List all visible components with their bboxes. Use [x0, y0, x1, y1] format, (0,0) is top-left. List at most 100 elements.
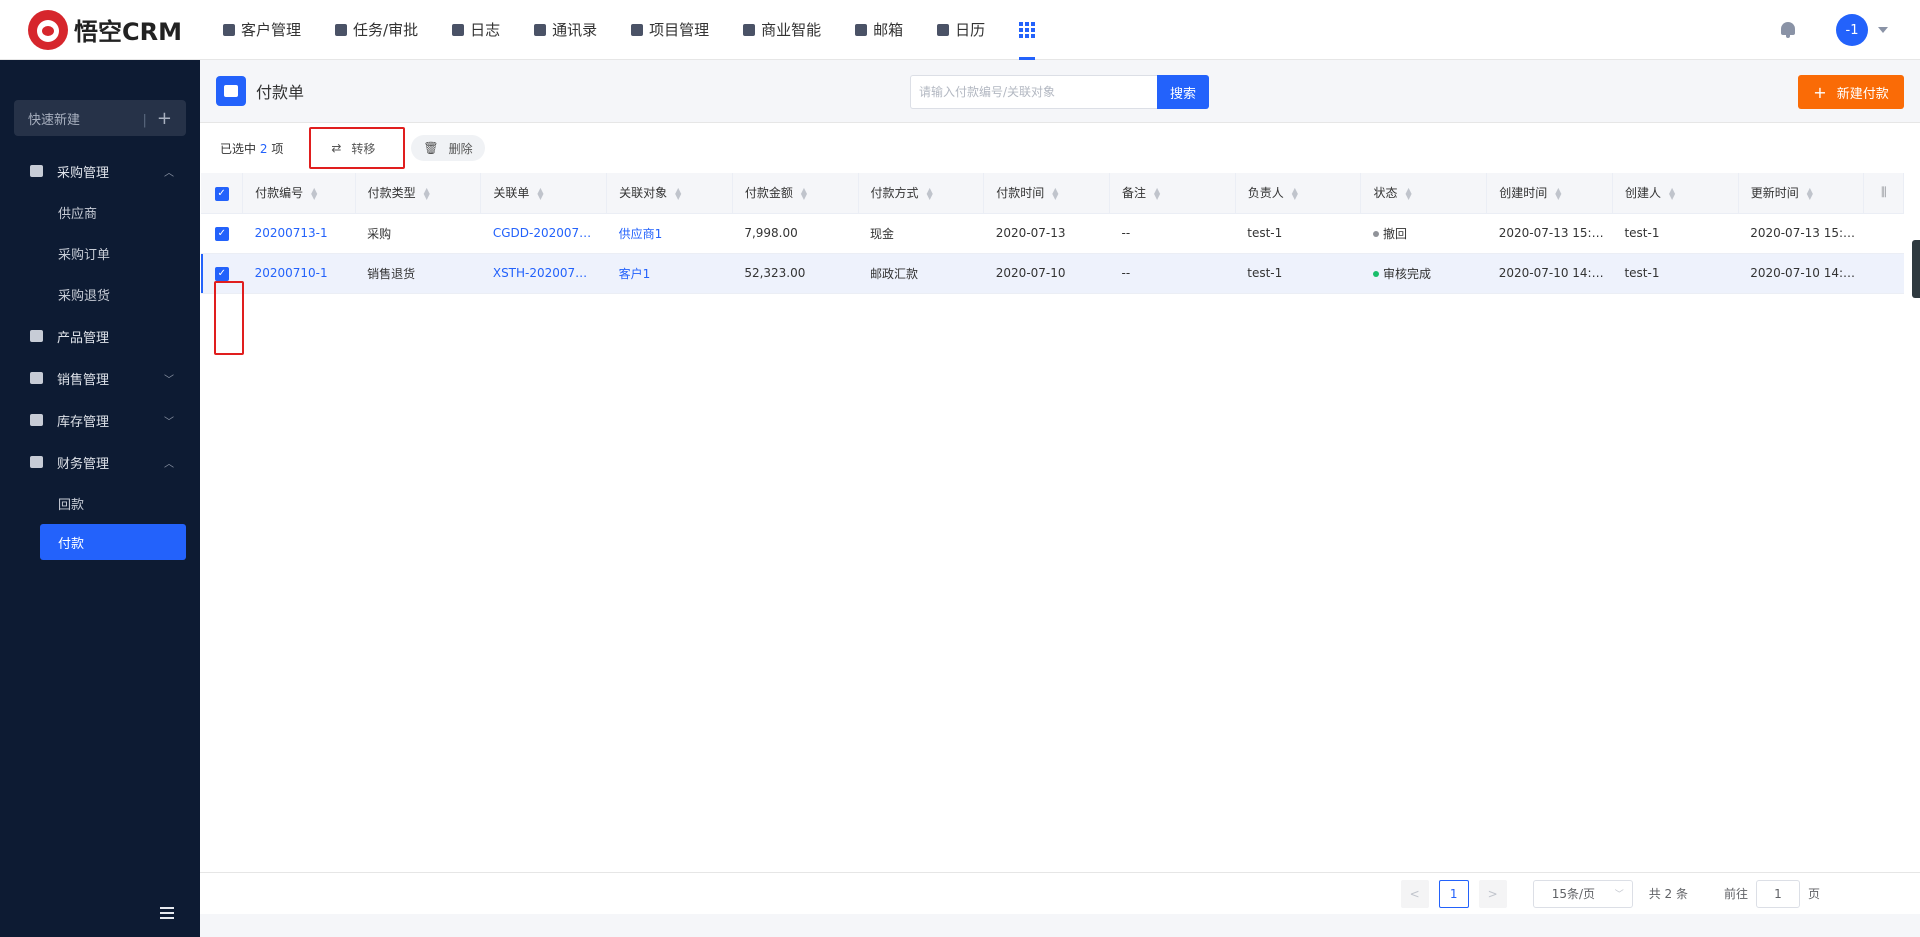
cell-type: 销售退货	[355, 253, 481, 294]
column-label: 付款金额	[744, 186, 793, 201]
row-checkbox[interactable]: ✓	[201, 213, 243, 254]
avatar[interactable]: -1	[1836, 14, 1868, 46]
bell-icon[interactable]	[1780, 22, 1796, 38]
new-payment-button[interactable]: + 新建付款	[1798, 75, 1904, 109]
cell-creator: test-1	[1612, 253, 1739, 294]
next-page-button[interactable]: >	[1478, 879, 1507, 908]
payment-icon	[216, 76, 246, 106]
search-input[interactable]	[910, 75, 1157, 109]
sidebar-item-payment[interactable]: 付款	[40, 524, 186, 560]
side-drawer-handle[interactable]	[1912, 240, 1920, 298]
cell-remark: --	[1109, 213, 1236, 254]
cell-creator: test-1	[1612, 213, 1739, 254]
column-label: 负责人	[1247, 186, 1284, 201]
new-payment-label: 新建付款	[1836, 86, 1889, 102]
selected-prefix: 已选中	[220, 141, 257, 156]
goto-page-input[interactable]	[1755, 879, 1800, 908]
chevron-down-icon: ﹀	[164, 416, 174, 428]
nav-item-tasks[interactable]: 任务/审批	[318, 0, 435, 60]
status-text: 撤回	[1382, 226, 1407, 241]
sort-icon: ▲ ▼	[537, 185, 544, 201]
sidebar-item-purchase-order[interactable]: 采购订单	[0, 233, 200, 274]
nav-item-apps[interactable]	[1002, 0, 1052, 60]
sort-icon: ▲ ▼	[926, 185, 933, 201]
related-object-link[interactable]: 客户1	[606, 253, 733, 294]
quick-new-button[interactable]: 快速新建 | +	[14, 100, 186, 136]
sidebar-item-supplier[interactable]: 供应商	[0, 192, 200, 233]
page-number-current[interactable]: 1	[1438, 879, 1469, 908]
goto-suffix: 页	[1807, 887, 1820, 901]
payment-code-link[interactable]: 20200710-1	[242, 253, 356, 294]
nav-label: 商业智能	[761, 21, 822, 39]
column-header[interactable]: 付款时间 ▲ ▼	[983, 173, 1111, 214]
column-header[interactable]: 付款金额 ▲ ▼	[732, 173, 859, 214]
main-nav: 客户管理 任务/审批 日志 通讯录 项目管理 商业智能 邮箱 日历	[206, 0, 1052, 60]
sidebar-item-purchase-return[interactable]: 采购退货	[0, 274, 200, 315]
select-all-checkbox[interactable]: ✓	[201, 173, 244, 214]
page-size-select[interactable]: 15条/页 ﹀	[1532, 879, 1633, 908]
status-text: 审核完成	[1382, 266, 1431, 281]
chevron-down-icon[interactable]	[1878, 27, 1888, 33]
sidebar-group-finance[interactable]: 财务管理 ︿	[0, 441, 200, 483]
column-header[interactable]: 付款方式 ▲ ▼	[858, 173, 985, 214]
nav-item-contacts[interactable]: 通讯录	[517, 0, 614, 60]
column-label: 关联对象	[619, 186, 668, 201]
check-icon: ✓	[214, 226, 229, 241]
phone-book-icon	[534, 23, 547, 36]
sidebar-group-sales[interactable]: 销售管理 ﹀	[0, 357, 200, 399]
logo[interactable]: 悟空CRM	[28, 9, 198, 50]
column-header[interactable]: 创建人 ▲ ▼	[1612, 173, 1739, 214]
related-object-link[interactable]: 供应商1	[606, 213, 733, 254]
transfer-button[interactable]: ⇄ 转移	[323, 135, 383, 161]
column-header[interactable]: 负责人 ▲ ▼	[1235, 173, 1362, 214]
search-bar: 搜索	[910, 75, 1209, 109]
cart-icon	[30, 165, 43, 177]
sidebar-group-purchase[interactable]: 采购管理 ︿	[0, 150, 200, 192]
prev-page-button[interactable]: <	[1400, 879, 1429, 908]
column-header[interactable]: 付款类型 ▲ ▼	[355, 173, 482, 214]
sidebar-group-stock[interactable]: 库存管理 ﹀	[0, 399, 200, 441]
grid-apps-icon	[1019, 21, 1036, 38]
sidebar-group-product[interactable]: 产品管理	[0, 315, 200, 357]
sort-icon: ▲ ▼	[1405, 185, 1412, 201]
column-header[interactable]: 状态 ▲ ▼	[1360, 173, 1488, 214]
sidebar-group-label: 采购管理	[57, 165, 110, 181]
nav-item-bi[interactable]: 商业智能	[726, 0, 838, 60]
total-count: 共 2 条	[1648, 887, 1688, 901]
column-settings-icon[interactable]: ⫼	[1863, 173, 1904, 214]
payment-code-link[interactable]: 20200713-1	[242, 213, 356, 254]
column-header[interactable]: 创建时间 ▲ ▼	[1486, 173, 1613, 214]
column-header[interactable]: 关联对象 ▲ ▼	[606, 173, 733, 214]
nav-item-log[interactable]: 日志	[435, 0, 517, 60]
table-row[interactable]: ✓ 20200713-1 采购 CGDD-202007… 供应商1 7,998.…	[201, 213, 1904, 254]
nav-item-mail[interactable]: 邮箱	[838, 0, 920, 60]
table-row[interactable]: ✓ 20200710-1 销售退货 XSTH-202007… 客户1 52,32…	[201, 253, 1904, 294]
quick-new-label: 快速新建	[28, 112, 81, 128]
sidebar-item-receipt[interactable]: 回款	[0, 483, 200, 524]
nav-label: 客户管理	[241, 21, 302, 39]
cell-empty	[1863, 253, 1904, 294]
nav-label: 任务/审批	[353, 21, 419, 39]
cell-created: 2020-07-10 14:…	[1486, 253, 1613, 294]
selection-toolbar: 已选中 2 项 ⇄ 转移 🗑 删除	[200, 123, 1920, 173]
related-order-link[interactable]: XSTH-202007…	[480, 253, 607, 294]
sidebar-group-label: 产品管理	[57, 330, 110, 346]
column-header[interactable]: 备注 ▲ ▼	[1109, 173, 1236, 214]
cell-type: 采购	[355, 213, 481, 254]
related-order-link[interactable]: CGDD-202007…	[480, 213, 607, 254]
delete-button[interactable]: 🗑 删除	[411, 135, 485, 161]
collapse-sidebar-icon[interactable]	[160, 907, 180, 921]
sidebar: 快速新建 | + 采购管理 ︿ 供应商 采购订单 采购退货 产品管理 销售管理 ﹀…	[0, 60, 200, 937]
search-button[interactable]: 搜索	[1157, 75, 1209, 109]
column-header[interactable]: 更新时间 ▲ ▼	[1738, 173, 1865, 214]
column-header[interactable]: 关联单 ▲ ▼	[480, 173, 608, 214]
chevron-down-icon: ﹀	[1614, 890, 1624, 900]
chevron-up-icon: ︿	[164, 167, 174, 179]
sort-icon: ▲ ▼	[1291, 185, 1298, 201]
nav-item-calendar[interactable]: 日历	[920, 0, 1002, 60]
nav-item-projects[interactable]: 项目管理	[614, 0, 726, 60]
nav-item-customer[interactable]: 客户管理	[206, 0, 318, 60]
column-header[interactable]: 付款编号 ▲ ▼	[242, 173, 356, 214]
monkey-logo-icon	[28, 9, 68, 50]
bi-icon	[743, 23, 756, 36]
